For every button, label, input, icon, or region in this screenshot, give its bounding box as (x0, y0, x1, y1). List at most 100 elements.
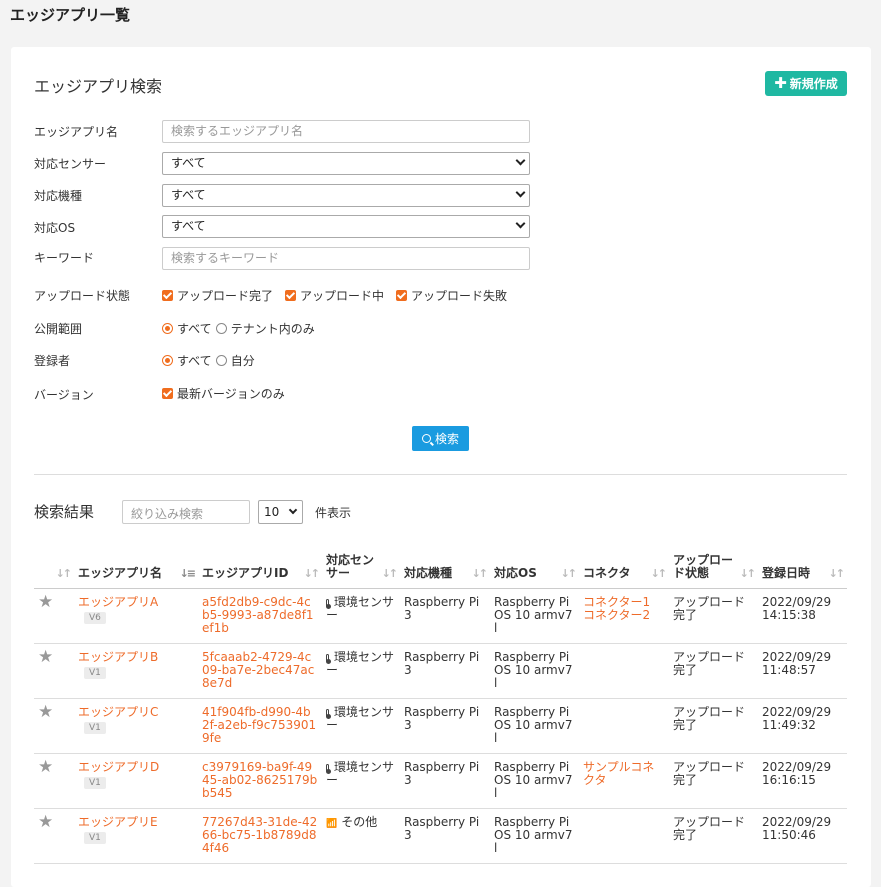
upload-status-options: アップロード完了 アップロード中 アップロード失敗 (162, 287, 519, 304)
scope-options: すべて テナント内のみ (162, 320, 327, 337)
star-icon[interactable]: ★ (38, 757, 53, 777)
favorite-cell: ★ (34, 698, 74, 754)
app-name-link[interactable]: エッジアプリD (78, 761, 194, 774)
connector-link[interactable]: コネクター2 (583, 608, 650, 622)
registered-date: 2022/09/29 (762, 815, 832, 829)
col-model[interactable]: 対応機種 ↓↑ (400, 548, 490, 589)
app-name-link[interactable]: エッジアプリC (78, 706, 194, 719)
star-icon[interactable]: ★ (38, 812, 53, 832)
star-icon[interactable]: ★ (38, 647, 53, 667)
upload-failed-checkbox[interactable]: アップロード失敗 (396, 287, 507, 304)
version-label: バージョン (34, 388, 94, 402)
registered-time: 11:50:46 (762, 828, 816, 842)
upload-failed-label: アップロード失敗 (411, 289, 508, 303)
app-name-link[interactable]: エッジアプリE (78, 816, 194, 829)
os-cell: Raspberry Pi OS 10 armv7l (490, 698, 579, 754)
star-icon[interactable]: ★ (38, 592, 53, 612)
sensor-select[interactable]: すべて (162, 152, 530, 175)
app-name-cell: エッジアプリB V1 (74, 643, 198, 699)
latest-version-checkbox[interactable]: 最新バージョンのみ (162, 385, 285, 402)
latest-version-label: 最新バージョンのみ (177, 387, 285, 401)
upload-complete-label: アップロード完了 (177, 289, 274, 303)
connector-cell (579, 643, 669, 699)
table-row: ★ エッジアプリA V6 a5fd2db9-c9dc-4cb5-9993-a87… (34, 588, 847, 644)
divider (34, 474, 847, 475)
connector-cell: サンプルコネクタ (579, 753, 669, 809)
scope-all-radio[interactable]: すべて (162, 320, 212, 337)
registrant-options: すべて 自分 (162, 352, 267, 369)
sensor-cell: 📶 その他 (322, 808, 400, 864)
os-label: 対応OS (34, 221, 76, 235)
col-app-id[interactable]: エッジアプリID ↓↑ (198, 548, 322, 589)
app-name-link[interactable]: エッジアプリA (78, 596, 194, 609)
registrant-all-radio[interactable]: すべて (162, 352, 212, 369)
col-registered-at[interactable]: 登録日時 ↓↑ (758, 548, 847, 589)
app-id-link[interactable]: c3979169-ba9f-4945-ab02-8625179bb545 (202, 760, 317, 800)
search-title: エッジアプリ検索 (34, 77, 163, 96)
os-cell: Raspberry Pi OS 10 armv7l (490, 588, 579, 644)
col-favorite[interactable]: ↓↑ (34, 548, 74, 589)
registered-at-cell: 2022/09/29 11:48:57 (758, 643, 847, 699)
checkbox-checked-icon (162, 290, 173, 301)
col-os-label: 対応OS (494, 566, 537, 580)
registrant-self-radio[interactable]: 自分 (215, 352, 255, 369)
favorite-cell: ★ (34, 753, 74, 809)
os-cell: Raspberry Pi OS 10 armv7l (490, 808, 579, 864)
app-id-cell: 41f904fb-d990-4b2f-a2eb-f9c7539019fe (198, 698, 322, 754)
upload-status-cell: アップロード完了 (669, 753, 758, 809)
search-button-label: 検索 (434, 432, 459, 446)
thermometer-icon (326, 654, 331, 664)
chevron-down-icon (288, 505, 298, 515)
registrant-self-label: 自分 (230, 354, 255, 368)
sort-icon: ↓↑ (471, 567, 489, 580)
search-button[interactable]: 検索 (412, 426, 469, 451)
checkbox-checked-icon (162, 388, 173, 399)
model-cell: Raspberry Pi 3 (400, 588, 490, 644)
new-button[interactable]: ✚ 新規作成 (765, 71, 847, 96)
os-select[interactable]: すべて (162, 215, 530, 238)
version-badge: V1 (84, 777, 106, 789)
table-row: ★ エッジアプリD V1 c3979169-ba9f-4945-ab02-862… (34, 753, 847, 809)
per-page-select[interactable]: 10 (258, 500, 303, 524)
upload-status-cell: アップロード完了 (669, 643, 758, 699)
checkbox-checked-icon (396, 290, 408, 301)
filter-input[interactable]: 絞り込み検索 (122, 500, 250, 524)
col-app-name[interactable]: エッジアプリ名 ↓≡ (74, 548, 198, 589)
registered-at-cell: 2022/09/29 16:16:15 (758, 753, 847, 809)
connector-link[interactable]: サンプルコネクタ (583, 760, 654, 787)
col-upload-status[interactable]: アップロード状態 ↓↑ (669, 548, 758, 589)
keyword-input[interactable]: 検索するキーワード (162, 247, 530, 270)
registered-date: 2022/09/29 (762, 595, 832, 609)
scope-tenant-radio[interactable]: テナント内のみ (215, 320, 315, 337)
model-label: 対応機種 (34, 189, 83, 203)
favorite-cell: ★ (34, 643, 74, 699)
per-page-value: 10 (264, 505, 280, 519)
app-id-link[interactable]: 41f904fb-d990-4b2f-a2eb-f9c7539019fe (202, 705, 316, 745)
app-name-input[interactable]: 検索するエッジアプリ名 (162, 120, 530, 143)
star-icon[interactable]: ★ (38, 702, 53, 722)
col-app-id-label: エッジアプリID (202, 566, 289, 580)
radio-icon (215, 355, 227, 366)
app-id-link[interactable]: a5fd2db9-c9dc-4cb5-9993-a87de8f1ef1b (202, 595, 314, 635)
model-select[interactable]: すべて (162, 184, 530, 207)
plus-icon: ✚ (774, 74, 787, 92)
table-row: ★ エッジアプリE V1 77267d43-31de-4266-bc75-1b8… (34, 808, 847, 864)
chevron-down-icon (515, 155, 526, 166)
connector-link[interactable]: コネクター1 (583, 595, 650, 609)
col-sensor[interactable]: 対応センサー ↓↑ (322, 548, 400, 589)
upload-complete-checkbox[interactable]: アップロード完了 (162, 287, 273, 304)
upload-status-label: アップロード状態 (34, 289, 131, 303)
col-os[interactable]: 対応OS ↓↑ (490, 548, 579, 589)
version-badge: V1 (84, 832, 106, 844)
app-id-link[interactable]: 5fcaaab2-4729-4c09-ba7e-2bec47ac8e7d (202, 650, 314, 690)
per-page-suffix: 件表示 (315, 506, 352, 520)
col-connector-label: コネクタ (583, 566, 631, 580)
connector-cell (579, 698, 669, 754)
app-name-link[interactable]: エッジアプリB (78, 651, 194, 664)
model-cell: Raspberry Pi 3 (400, 643, 490, 699)
sensor-cell: 環境センサー (322, 588, 400, 644)
uploading-checkbox[interactable]: アップロード中 (285, 287, 384, 304)
app-id-link[interactable]: 77267d43-31de-4266-bc75-1b8789d84f46 (202, 815, 317, 855)
col-connector[interactable]: コネクタ ↓↑ (579, 548, 669, 589)
search-icon (421, 434, 431, 443)
